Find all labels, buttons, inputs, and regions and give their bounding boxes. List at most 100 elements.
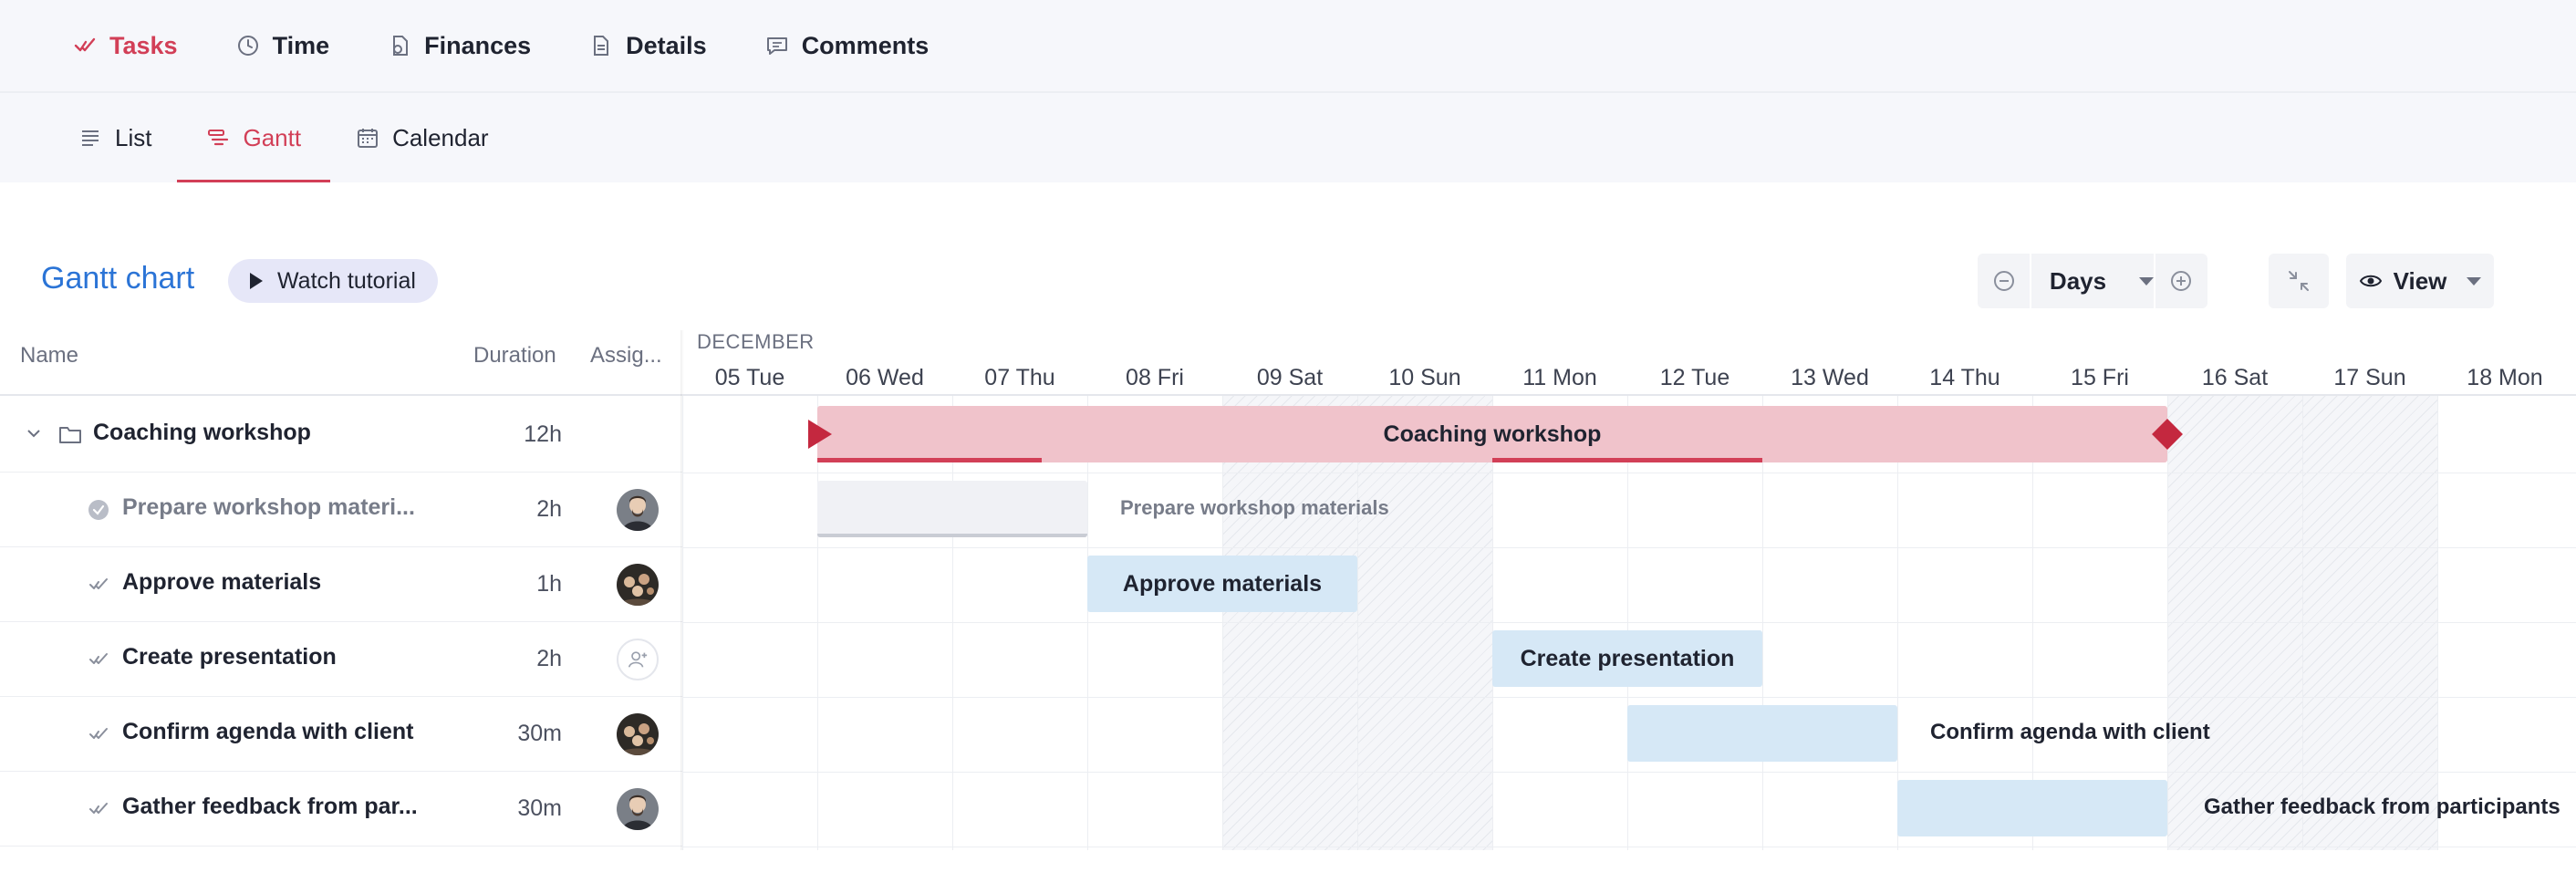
table-row[interactable]: Gather feedback from par... 30m	[0, 772, 682, 847]
avatar[interactable]	[617, 713, 659, 755]
gantt-icon	[208, 130, 229, 146]
task-check-icon[interactable]	[88, 723, 109, 745]
bar-label: Prepare workshop materials	[1120, 496, 1389, 519]
view-switcher: List Gantt Calendar	[0, 93, 2576, 182]
scale-select[interactable]: Days	[2031, 254, 2155, 308]
month-label: DECEMBER	[697, 330, 815, 353]
top-nav: Tasks Time Finances Details Comments	[0, 0, 2576, 91]
caret-down-icon	[2139, 276, 2155, 286]
day-header: 08 Fri	[1126, 365, 1184, 390]
tasks-check-icon	[74, 37, 96, 52]
tab-list[interactable]: List	[75, 93, 155, 182]
view-button[interactable]: View	[2346, 254, 2494, 308]
day-header: 05 Tue	[714, 365, 785, 390]
project-bar[interactable]: Coaching workshop	[817, 406, 2167, 462]
collapse-button[interactable]	[2269, 254, 2329, 308]
avatar[interactable]	[617, 564, 659, 606]
tab-label: Tasks	[109, 31, 178, 59]
collapse-arrows-icon	[2289, 271, 2309, 291]
day-header: 06 Wed	[846, 365, 924, 390]
timeline-header-divider	[682, 394, 2576, 396]
tutorial-label: Watch tutorial	[277, 267, 416, 294]
page-title: Gantt chart	[41, 261, 195, 296]
task-bar[interactable]	[817, 481, 1087, 537]
add-assignee-button[interactable]	[617, 639, 659, 680]
table-row[interactable]: Prepare workshop materi... 2h	[0, 473, 682, 547]
eye-icon	[2359, 275, 2382, 287]
task-check-icon[interactable]	[88, 649, 109, 670]
day-header: 09 Sat	[1256, 365, 1324, 390]
folder-icon	[59, 427, 81, 443]
task-check-icon[interactable]	[88, 798, 109, 820]
bar-label: Approve materials	[1122, 570, 1323, 597]
table-row[interactable]: Coaching workshop 12h	[0, 398, 682, 473]
bar-label: Create presentation	[1520, 645, 1735, 671]
finances-icon	[393, 36, 409, 56]
start-marker-icon[interactable]	[808, 420, 832, 449]
task-bar[interactable]: Approve materials	[1087, 556, 1357, 612]
day-header: 16 Sat	[2201, 365, 2269, 390]
task-duration: 30m	[517, 721, 562, 746]
day-header: 18 Mon	[2467, 365, 2543, 390]
task-bar[interactable]	[1627, 705, 1897, 762]
day-header: 12 Tue	[1659, 365, 1730, 390]
watch-tutorial-button[interactable]: Watch tutorial	[228, 259, 438, 303]
task-name: Approve materials	[122, 569, 322, 595]
day-header: 10 Sun	[1388, 365, 1461, 390]
play-icon	[250, 273, 263, 289]
task-check-icon[interactable]	[88, 574, 109, 596]
chevron-down-icon[interactable]	[26, 425, 42, 442]
document-icon	[594, 36, 609, 56]
table-row[interactable]: Create presentation 2h	[0, 622, 682, 697]
tab-label: Calendar	[392, 123, 489, 151]
list-icon	[82, 130, 99, 146]
calendar-icon	[358, 129, 379, 148]
task-name: Create presentation	[122, 644, 337, 670]
day-header: 15 Fri	[2071, 365, 2129, 390]
column-header-assignee[interactable]: Assig...	[590, 343, 662, 369]
task-name: Coaching workshop	[93, 420, 311, 445]
progress-segment	[1492, 458, 1762, 462]
table-row[interactable]: Confirm agenda with client 30m	[0, 697, 682, 772]
task-duration: 2h	[536, 496, 562, 522]
task-duration: 2h	[536, 646, 562, 671]
zoom-out-button[interactable]	[1978, 254, 2030, 308]
tab-label: Time	[272, 31, 330, 59]
avatar[interactable]	[617, 489, 659, 531]
tab-comments[interactable]: Comments	[765, 32, 929, 60]
day-header: 07 Thu	[984, 365, 1055, 390]
task-bar[interactable]	[1897, 780, 2167, 836]
row-divider	[682, 622, 2576, 623]
completed-check-icon[interactable]	[88, 499, 109, 521]
bar-label: Gather feedback from participants	[2204, 795, 2560, 819]
zoom-in-button[interactable]	[2155, 254, 2207, 308]
clock-icon	[237, 36, 258, 56]
table-row[interactable]: Approve materials 1h	[0, 547, 682, 622]
tab-finances[interactable]: Finances	[388, 32, 531, 60]
row-divider	[682, 547, 2576, 548]
bar-label: Coaching workshop	[1383, 421, 1602, 447]
column-header-name[interactable]: Name	[20, 343, 78, 369]
task-bar[interactable]: Create presentation	[1492, 630, 1762, 687]
table-header-divider	[0, 394, 682, 396]
comment-icon	[766, 37, 787, 55]
row-divider	[682, 772, 2576, 773]
day-header: 11 Mon	[1522, 365, 1597, 390]
tab-time[interactable]: Time	[236, 31, 330, 60]
caret-down-icon	[2467, 276, 2482, 286]
column-header-duration[interactable]: Duration	[473, 343, 556, 369]
zoom-controls: Days	[1978, 254, 2207, 308]
tab-tasks[interactable]: Tasks	[73, 32, 178, 60]
task-duration: 30m	[517, 795, 562, 821]
task-name: Confirm agenda with client	[122, 719, 414, 744]
add-user-icon	[628, 651, 648, 668]
day-header: 17 Sun	[2333, 365, 2406, 390]
task-name: Gather feedback from par...	[122, 794, 418, 819]
avatar[interactable]	[617, 788, 659, 830]
tab-label: Gantt	[243, 123, 302, 151]
day-header: 14 Thu	[1929, 365, 2000, 390]
tab-gantt[interactable]: Gantt	[177, 93, 330, 182]
zoom-in-icon	[2171, 271, 2192, 291]
tab-details[interactable]: Details	[589, 32, 707, 60]
tab-calendar[interactable]: Calendar	[352, 93, 493, 182]
